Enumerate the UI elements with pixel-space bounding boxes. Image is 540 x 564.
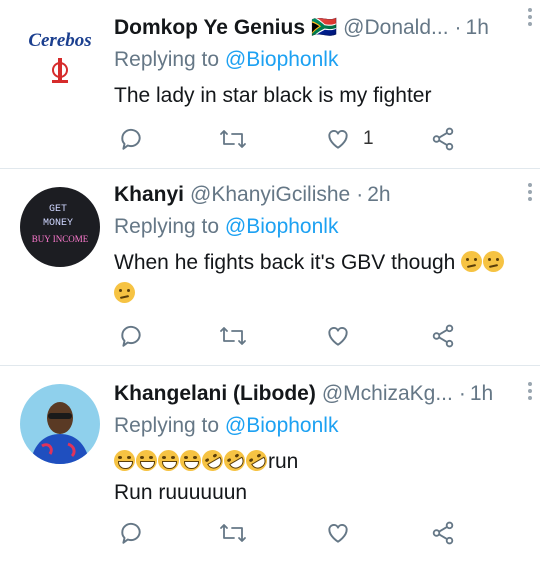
retweet-icon [220, 130, 246, 148]
like-button[interactable] [325, 321, 351, 351]
separator-dot: · [356, 183, 364, 206]
like-button[interactable]: 1 [325, 124, 374, 154]
replying-handle-link[interactable]: @Biophonlk [225, 414, 339, 437]
rofl-emoji-icon [242, 446, 271, 475]
tweet-text-suffix: run [268, 450, 299, 473]
reply-icon [121, 522, 141, 544]
display-name[interactable]: Khangelani (Libode) [114, 382, 316, 406]
replying-prefix: Replying to [114, 215, 220, 238]
tweet-text: The lady in star black is my fighter [114, 84, 432, 107]
retweet-button[interactable] [218, 518, 248, 548]
avatar-text: BUY INCOME [32, 234, 89, 244]
replying-to: Replying to @Biophonlk [114, 215, 522, 239]
handle[interactable]: @Donald... [343, 16, 448, 40]
tweet-header: Khanyi @KhanyiGcilishe · 2h [114, 181, 522, 209]
separator-dot: · [454, 16, 462, 39]
display-name[interactable]: Domkop Ye Genius [114, 16, 305, 40]
handle[interactable]: @MchizaKg... [322, 382, 453, 406]
more-icon[interactable] [528, 382, 534, 403]
retweet-icon [220, 327, 246, 345]
heart-icon [328, 130, 348, 149]
rofl-emoji-icon [198, 446, 227, 475]
tweet-header: Khangelani (Libode) @MchizaKg... · 1h [114, 380, 522, 408]
confused-emoji-icon [483, 251, 505, 272]
flag-icon: 🇿🇦 [311, 16, 338, 39]
tweet-header: Domkop Ye Genius 🇿🇦 @Donald... · 1h [114, 14, 522, 42]
confused-emoji-icon [461, 251, 483, 272]
grin-sweat-emoji-icon [158, 450, 179, 471]
avatar-text: Cerebos [28, 30, 91, 51]
avatar-text: MONEY [43, 218, 73, 229]
reply-button[interactable] [118, 124, 144, 154]
heart-icon [328, 524, 348, 543]
timestamp[interactable]: 1h [470, 382, 493, 406]
more-icon[interactable] [528, 183, 534, 204]
replying-prefix: Replying to [114, 414, 220, 437]
action-bar [114, 518, 464, 548]
avatar[interactable] [20, 384, 100, 464]
retweet-icon [220, 524, 246, 542]
grin-sweat-emoji-icon [180, 450, 201, 471]
share-button[interactable] [430, 321, 456, 351]
tweet-text: When he fights back it's GBV though [114, 247, 522, 309]
handle[interactable]: @KhanyiGcilishe [190, 183, 350, 207]
tweet[interactable]: Cerebos Domkop Ye Genius 🇿🇦 @Donald... ·… [0, 0, 540, 169]
more-icon[interactable] [528, 8, 534, 29]
reply-icon [121, 325, 141, 347]
avatar-text: GET [49, 204, 67, 215]
grin-sweat-emoji-icon [114, 450, 135, 471]
replying-to: Replying to @Biophonlk [114, 414, 522, 438]
share-icon [432, 127, 454, 151]
replying-to: Replying to @Biophonlk [114, 48, 522, 72]
like-button[interactable] [325, 518, 351, 548]
reply-button[interactable] [118, 321, 144, 351]
action-bar [114, 321, 464, 351]
like-count: 1 [363, 128, 374, 149]
share-icon [432, 521, 454, 545]
separator-dot: · [458, 382, 466, 405]
grin-sweat-emoji-icon [136, 450, 157, 471]
tweet[interactable]: GET MONEY BUY INCOME Khanyi @KhanyiGcili… [0, 169, 540, 366]
reply-button[interactable] [118, 518, 144, 548]
tweet-text-line: Run ruuuuuun [114, 481, 248, 504]
rofl-emoji-icon [220, 446, 249, 475]
share-button[interactable] [430, 518, 456, 548]
confused-emoji-icon [114, 282, 135, 303]
retweet-button[interactable] [218, 321, 248, 351]
timestamp[interactable]: 2h [367, 183, 390, 207]
replying-prefix: Replying to [114, 48, 220, 71]
avatar[interactable]: GET MONEY BUY INCOME [20, 187, 100, 267]
avatar[interactable]: Cerebos [20, 14, 100, 94]
reply-icon [121, 128, 141, 150]
share-icon [432, 324, 454, 348]
share-button[interactable] [430, 124, 456, 154]
replying-handle-link[interactable]: @Biophonlk [225, 48, 339, 71]
replying-handle-link[interactable]: @Biophonlk [225, 215, 339, 238]
heart-icon [328, 327, 348, 346]
display-name[interactable]: Khanyi [114, 183, 184, 207]
tweet[interactable]: Khangelani (Libode) @MchizaKg... · 1h Re… [0, 366, 540, 564]
retweet-button[interactable] [218, 124, 248, 154]
tweet-text-line: When he fights back it's GBV though [114, 251, 456, 274]
timestamp[interactable]: 1h [466, 16, 489, 40]
action-bar: 1 [114, 124, 464, 154]
tweet-text: run Run ruuuuuun [114, 446, 522, 508]
